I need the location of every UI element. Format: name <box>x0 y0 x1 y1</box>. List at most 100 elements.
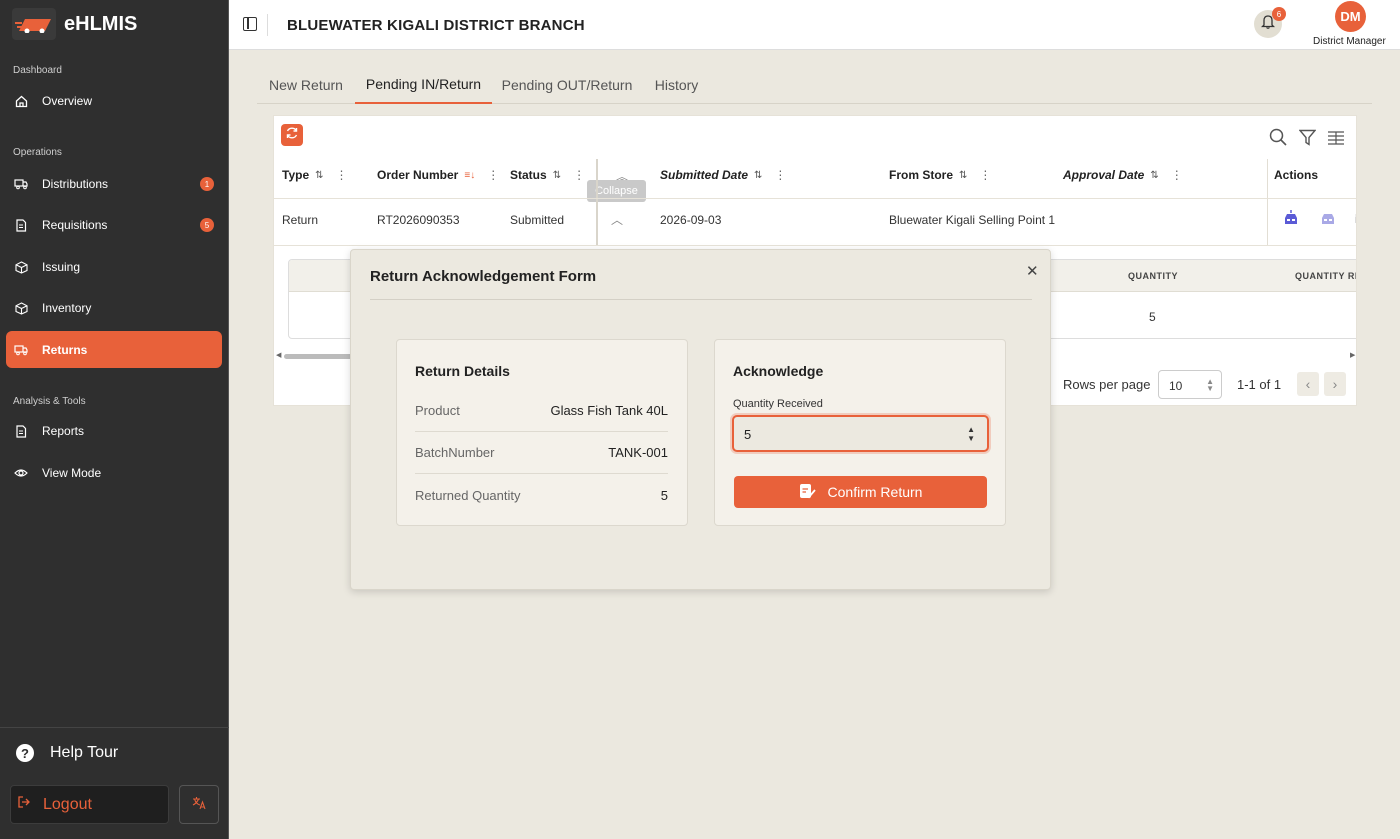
cell-from-store: Bluewater Kigali Selling Point 1 <box>889 213 1056 227</box>
search-icon[interactable] <box>1268 127 1288 147</box>
column-header-order-number[interactable]: Order Number ≡↓ ⋮ <box>377 168 499 182</box>
columns-icon[interactable] <box>1326 127 1346 147</box>
sidebar-item-label: Returns <box>42 342 88 357</box>
brand[interactable]: eHLMIS <box>12 8 137 40</box>
sort-active-icon[interactable]: ≡↓ <box>464 170 475 181</box>
detail-label: Product <box>415 403 460 418</box>
rows-per-page-select[interactable]: 10 ▲ ▼ <box>1158 370 1222 399</box>
column-header-status[interactable]: Status ⇅ ⋮ <box>510 168 585 182</box>
close-icon[interactable]: ✕ <box>1026 262 1039 280</box>
more-actions-icon[interactable]: i <box>1355 212 1356 226</box>
scroll-left-icon[interactable]: ◀ <box>276 351 281 359</box>
sidebar-item-returns[interactable]: Returns <box>6 331 222 368</box>
sidebar: eHLMIS Dashboard Overview Operations Dis… <box>0 0 229 839</box>
detail-row-batch-number: BatchNumber TANK-001 <box>415 432 668 474</box>
tab-pending-out-return[interactable]: Pending OUT/Return <box>492 65 642 104</box>
document-icon <box>14 424 28 438</box>
refresh-icon <box>285 126 299 145</box>
detail-row-product: Product Glass Fish Tank 40L <box>415 390 668 432</box>
column-menu-icon[interactable]: ⋮ <box>774 168 786 182</box>
divider <box>274 245 1356 246</box>
quantity-received-label: Quantity Received <box>733 398 823 410</box>
header-label: From Store <box>889 168 954 182</box>
tab-bar: New Return Pending IN/Return Pending OUT… <box>257 65 1372 104</box>
truck-logo-icon <box>12 8 56 40</box>
rows-per-page-value: 10 <box>1169 379 1183 393</box>
panel-title: Return Details <box>415 363 510 379</box>
sort-icon[interactable]: ⇅ <box>959 170 967 181</box>
sort-icon[interactable]: ⇅ <box>553 170 561 181</box>
chevron-right-icon: › <box>1332 376 1338 392</box>
sidebar-item-label: Requisitions <box>42 218 108 232</box>
sidebar-item-reports[interactable]: Reports <box>6 413 222 449</box>
sidebar-item-label: Inventory <box>42 301 92 315</box>
sort-icon[interactable]: ⇅ <box>315 170 323 181</box>
page-title: BLUEWATER KIGALI DISTRICT BRANCH <box>287 17 585 34</box>
eye-icon <box>14 466 28 480</box>
column-menu-icon[interactable]: ⋮ <box>979 168 991 182</box>
sidebar-item-view-mode[interactable]: View Mode <box>6 455 222 491</box>
column-header-approval-date[interactable]: Approval Date ⇅ ⋮ <box>1063 168 1183 182</box>
requisitions-badge: 5 <box>200 218 214 232</box>
column-menu-icon[interactable]: ⋮ <box>336 168 348 182</box>
section-label-analysis: Analysis & Tools <box>13 396 86 407</box>
sidebar-item-distributions[interactable]: Distributions 1 <box>6 166 222 202</box>
select-arrows-icon: ▲ ▼ <box>1206 377 1214 393</box>
sidebar-item-requisitions[interactable]: Requisitions 5 <box>6 207 222 243</box>
sort-icon[interactable]: ⇅ <box>1150 170 1158 181</box>
actions-column-separator <box>1267 159 1268 246</box>
logout-icon <box>17 795 31 814</box>
prev-page-button[interactable]: ‹ <box>1297 372 1319 396</box>
detail-value: TANK-001 <box>608 445 668 460</box>
sidebar-item-label: Overview <box>42 94 93 108</box>
number-stepper-icon[interactable]: ▲ ▼ <box>967 425 975 443</box>
document-icon <box>14 218 28 232</box>
sidebar-item-label: Reports <box>42 424 85 438</box>
tab-new-return[interactable]: New Return <box>257 65 355 104</box>
quantity-received-input[interactable]: 5 ▲ ▼ <box>732 415 989 452</box>
app-name: eHLMIS <box>64 12 138 35</box>
column-menu-icon[interactable]: ⋮ <box>487 168 499 182</box>
next-page-button[interactable]: › <box>1324 372 1346 396</box>
sidebar-item-issuing[interactable]: Issuing <box>6 249 222 285</box>
sidebar-toggle-icon[interactable] <box>243 17 257 31</box>
sort-icon[interactable]: ⇅ <box>754 170 762 181</box>
reject-action-icon[interactable] <box>1319 210 1337 233</box>
tab-history[interactable]: History <box>642 65 711 104</box>
language-button[interactable] <box>179 785 219 824</box>
return-acknowledgement-modal: Return Acknowledgement Form ✕ Return Det… <box>350 249 1051 590</box>
sidebar-item-overview[interactable]: Overview <box>6 83 222 119</box>
horizontal-scrollbar[interactable] <box>284 354 354 359</box>
header-label: Type <box>282 168 310 182</box>
column-menu-icon[interactable]: ⋮ <box>1171 168 1183 182</box>
confirm-return-button[interactable]: Confirm Return <box>734 476 987 508</box>
column-header-submitted-date[interactable]: Submitted Date ⇅ ⋮ <box>660 168 786 182</box>
column-header-type[interactable]: Type ⇅ ⋮ <box>282 168 348 182</box>
divider <box>274 198 1356 199</box>
home-icon <box>14 94 28 108</box>
divider <box>370 299 1032 300</box>
filter-icon[interactable] <box>1297 127 1317 147</box>
detail-value: 5 <box>660 487 668 503</box>
header-label: Actions <box>1274 168 1319 182</box>
distributions-badge: 1 <box>200 177 214 191</box>
confirm-return-label: Confirm Return <box>827 484 923 500</box>
detail-row-returned-quantity: Returned Quantity 5 <box>415 474 668 516</box>
header-label: Status <box>510 168 547 182</box>
avatar[interactable]: DM <box>1335 1 1366 32</box>
quantity-received-value: 5 <box>744 427 752 442</box>
chevron-up-icon[interactable]: ︿ <box>611 211 623 228</box>
scroll-right-icon[interactable]: ▶ <box>1350 351 1355 359</box>
help-tour-button[interactable]: ? Help Tour <box>16 744 118 762</box>
truck-icon <box>14 177 28 191</box>
detail-value: Glass Fish Tank 40L <box>550 403 668 418</box>
sidebar-item-inventory[interactable]: Inventory <box>6 290 222 326</box>
column-header-from-store[interactable]: From Store ⇅ ⋮ <box>889 168 991 182</box>
cell-status: Submitted <box>510 213 565 227</box>
refresh-button[interactable] <box>281 124 303 146</box>
receive-action-icon[interactable] <box>1282 210 1300 233</box>
logout-button[interactable]: Logout <box>10 785 169 824</box>
header-label: Order Number <box>377 168 459 182</box>
tab-pending-in-return[interactable]: Pending IN/Return <box>355 65 492 104</box>
column-menu-icon[interactable]: ⋮ <box>573 168 585 182</box>
